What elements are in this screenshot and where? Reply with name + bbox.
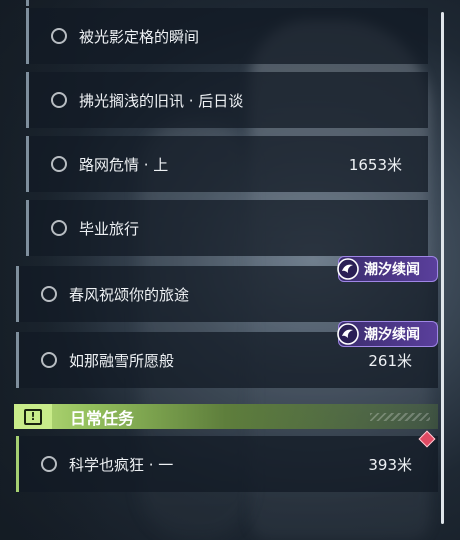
tidal-story-badge: 潮汐续闻 <box>335 321 438 347</box>
quest-label: 路网危情 · 上 <box>79 155 169 174</box>
quest-label: 被光影定格的瞬间 <box>79 27 200 46</box>
quest-label: 如那融雪所愿般 <box>69 351 175 370</box>
quest-status-ring-icon <box>41 456 57 472</box>
tidal-swirl-icon <box>335 321 361 347</box>
quest-item[interactable]: 路网危情 · 上 1653米 <box>26 136 428 192</box>
badge-label: 潮汐续闻 <box>364 327 420 343</box>
header-decoration <box>370 412 430 421</box>
quest-label: 拂光搁浅的旧讯 · 后日谈 <box>79 91 244 110</box>
list-top-accent <box>26 0 29 6</box>
quest-label: 春风祝颂你的旅途 <box>69 285 190 304</box>
daily-quest-item[interactable]: 科学也疯狂 · 一 393米 <box>16 436 438 492</box>
quest-status-ring-icon <box>51 220 67 236</box>
quest-distance: 1653米 <box>348 155 402 174</box>
daily-tasks-header[interactable]: ! 日常任务 <box>14 404 438 429</box>
quest-status-ring-icon <box>41 352 57 368</box>
quest-distance: 261米 <box>368 351 412 370</box>
quest-item[interactable]: 拂光搁浅的旧讯 · 后日谈 <box>26 72 428 128</box>
quest-label: 毕业旅行 <box>79 219 140 238</box>
quest-item[interactable]: 毕业旅行 <box>26 200 428 256</box>
tidal-story-badge: 潮汐续闻 <box>335 256 438 282</box>
scrollbar[interactable] <box>441 12 444 524</box>
quest-status-ring-icon <box>51 28 67 44</box>
quest-status-ring-icon <box>51 156 67 172</box>
quest-label: 科学也疯狂 · 一 <box>69 455 174 474</box>
exclamation-icon: ! <box>14 404 52 429</box>
quest-item[interactable]: 被光影定格的瞬间 <box>26 8 428 64</box>
quest-distance: 393米 <box>368 455 412 474</box>
quest-status-ring-icon <box>51 92 67 108</box>
badge-label: 潮汐续闻 <box>364 262 420 278</box>
quest-status-ring-icon <box>41 286 57 302</box>
tidal-swirl-icon <box>335 256 361 282</box>
section-title: 日常任务 <box>70 408 135 428</box>
